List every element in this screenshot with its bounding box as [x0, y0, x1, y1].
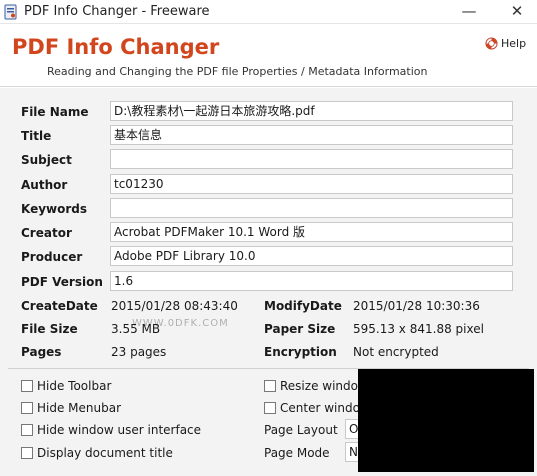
- title-label: Title: [21, 129, 52, 143]
- title-field[interactable]: 基本信息: [110, 125, 513, 145]
- redaction-block: [358, 369, 534, 472]
- file-size-value: 3.55 MB: [111, 322, 161, 336]
- display-doc-title-label: Display document title: [37, 446, 173, 460]
- page-mode-label: Page Mode: [264, 446, 330, 460]
- app-tagline: Reading and Changing the PDF file Proper…: [47, 65, 428, 78]
- minimize-button[interactable]: —: [452, 0, 486, 24]
- display-doc-title-checkbox[interactable]: [21, 447, 33, 459]
- display-doc-title-option[interactable]: Display document title: [21, 446, 173, 460]
- producer-field[interactable]: Adobe PDF Library 10.0: [110, 246, 513, 266]
- lifebuoy-icon: [485, 37, 498, 50]
- creator-field[interactable]: Acrobat PDFMaker 10.1 Word 版: [110, 222, 513, 242]
- author-label: Author: [21, 178, 68, 192]
- resize-window-option[interactable]: Resize window: [264, 379, 368, 393]
- create-date-value: 2015/01/28 08:43:40: [111, 299, 238, 313]
- close-button[interactable]: ✕: [500, 0, 534, 24]
- file-name-label: File Name: [21, 105, 89, 119]
- hide-toolbar-option[interactable]: Hide Toolbar: [21, 379, 111, 393]
- help-label: Help: [501, 37, 527, 50]
- paper-size-label: Paper Size: [264, 322, 336, 336]
- pdf-version-label: PDF Version: [21, 275, 103, 289]
- pdf-version-field[interactable]: 1.6: [110, 271, 513, 291]
- file-name-field[interactable]: D:\教程素材\一起游日本旅游攻略.pdf: [110, 101, 513, 121]
- producer-label: Producer: [21, 250, 83, 264]
- modify-date-value: 2015/01/28 10:30:36: [353, 299, 480, 313]
- encryption-label: Encryption: [264, 345, 337, 359]
- hide-toolbar-label: Hide Toolbar: [37, 379, 112, 393]
- paper-size-value: 595.13 x 841.88 pixel: [353, 322, 484, 336]
- hide-window-ui-option[interactable]: Hide window user interface: [21, 423, 201, 437]
- hide-window-ui-checkbox[interactable]: [21, 424, 33, 436]
- hide-toolbar-checkbox[interactable]: [21, 380, 33, 392]
- center-window-label: Center window: [280, 401, 370, 415]
- modify-date-label: ModifyDate: [264, 299, 342, 313]
- resize-window-checkbox[interactable]: [264, 380, 276, 392]
- app-title: PDF Info Changer: [12, 35, 220, 59]
- keywords-label: Keywords: [21, 202, 88, 216]
- hide-menubar-option[interactable]: Hide Menubar: [21, 401, 121, 415]
- author-field[interactable]: tc01230: [110, 174, 513, 194]
- creator-label: Creator: [21, 226, 72, 240]
- app-header: PDF Info Changer Reading and Changing th…: [0, 25, 537, 87]
- center-window-checkbox[interactable]: [264, 402, 276, 414]
- app-icon: [4, 4, 17, 20]
- hide-menubar-checkbox[interactable]: [21, 402, 33, 414]
- subject-label: Subject: [21, 153, 72, 167]
- resize-window-label: Resize window: [280, 379, 368, 393]
- hide-window-ui-label: Hide window user interface: [37, 423, 202, 437]
- pages-label: Pages: [21, 345, 62, 359]
- file-size-label: File Size: [21, 322, 78, 336]
- hide-menubar-label: Hide Menubar: [37, 401, 122, 415]
- subject-field[interactable]: [110, 149, 513, 169]
- create-date-label: CreateDate: [21, 299, 98, 313]
- page-layout-label: Page Layout: [264, 423, 338, 437]
- encryption-value: Not encrypted: [353, 345, 439, 359]
- pages-value: 23 pages: [111, 345, 167, 359]
- help-link[interactable]: Help: [485, 37, 526, 50]
- keywords-field[interactable]: [110, 198, 513, 218]
- center-window-option[interactable]: Center window: [264, 401, 370, 415]
- window-titlebar: PDF Info Changer - Freeware — ✕: [0, 0, 537, 24]
- window-title: PDF Info Changer - Freeware: [24, 4, 210, 19]
